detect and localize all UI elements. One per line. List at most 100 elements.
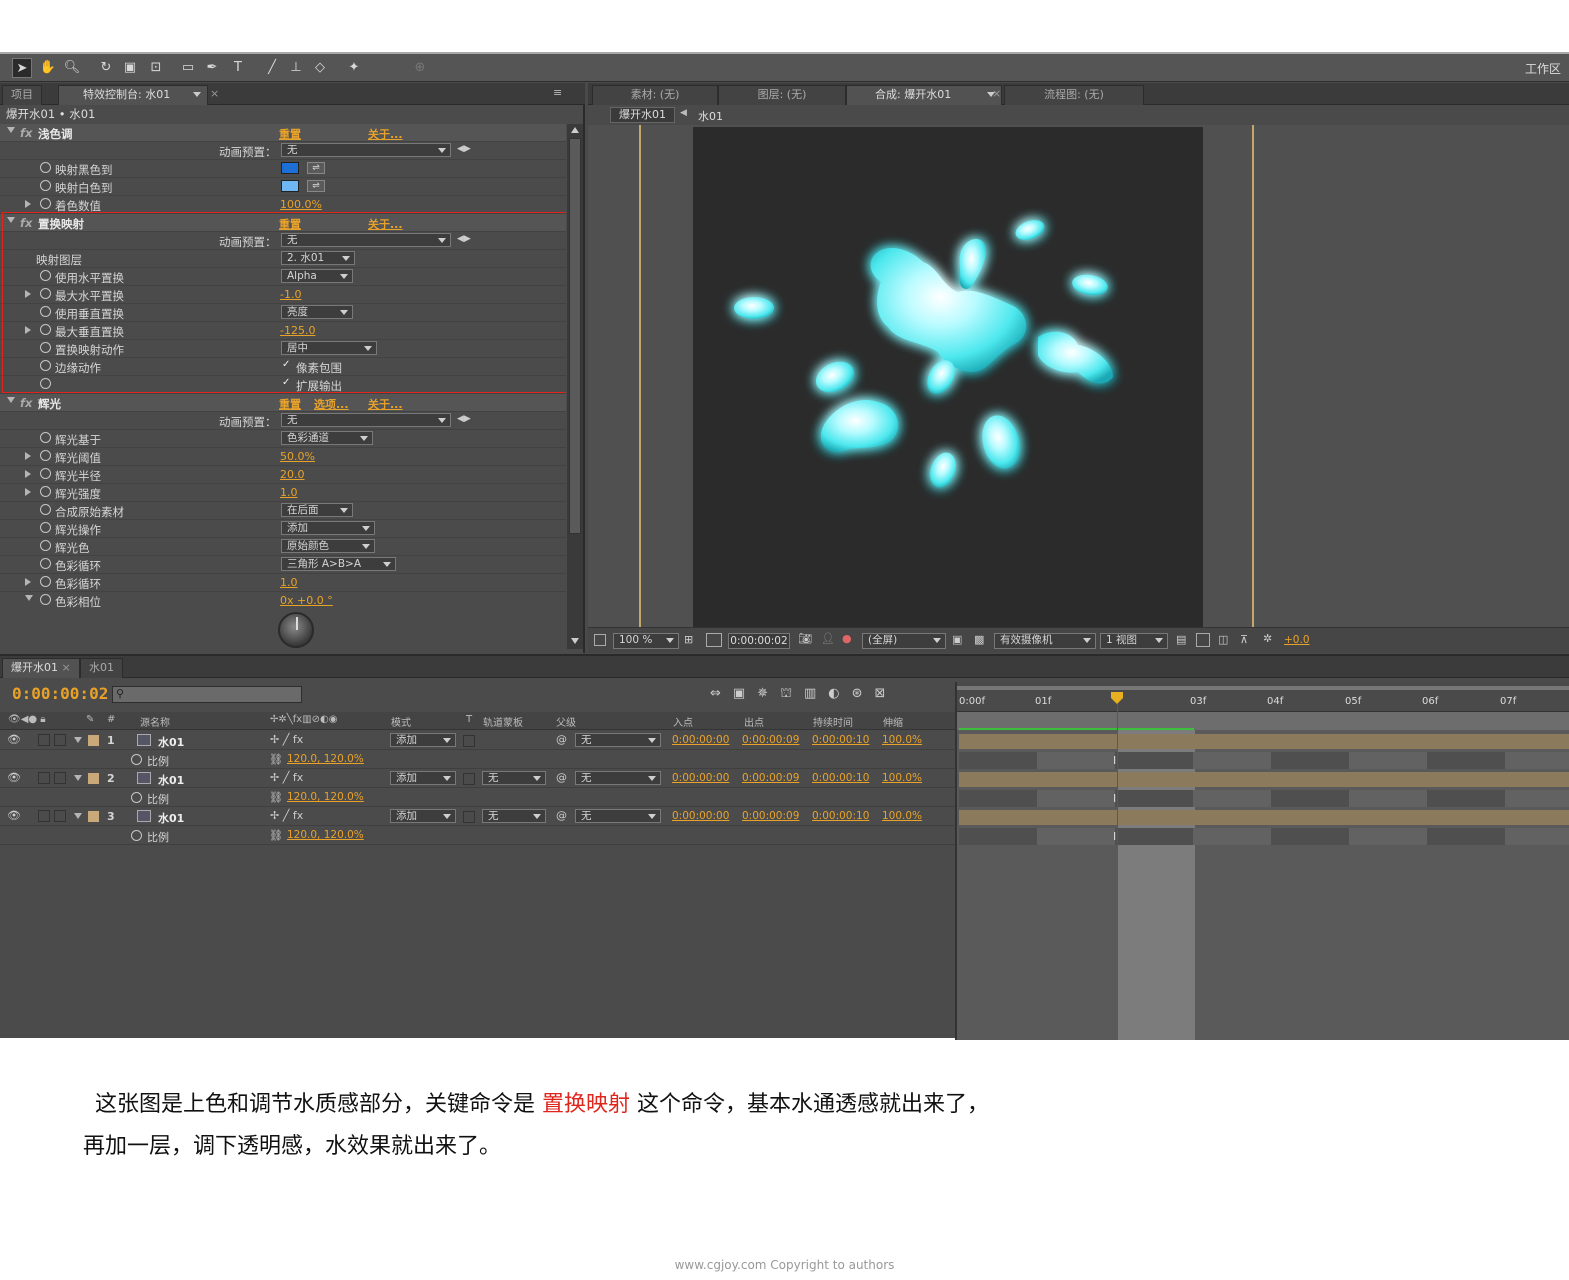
layer-switches-icon[interactable]: ✢ ╱ fx xyxy=(270,771,303,784)
eye-icon[interactable]: 👁︎ xyxy=(7,733,21,746)
stretch-value[interactable]: 100.0% xyxy=(882,810,922,822)
track-matte-dropdown[interactable]: 无 xyxy=(482,809,546,823)
close-icon[interactable]: × xyxy=(62,661,71,674)
pickwhip-icon[interactable]: @ xyxy=(556,771,567,784)
brush-tool-icon[interactable]: ╱ xyxy=(262,58,282,78)
stopwatch-icon[interactable] xyxy=(40,558,51,569)
layer-name[interactable]: 水01 xyxy=(158,810,184,826)
property-value[interactable]: 20.0 xyxy=(280,468,305,481)
solo-toggle[interactable] xyxy=(38,734,50,746)
in-header[interactable]: 入点 xyxy=(673,714,693,729)
stopwatch-icon[interactable] xyxy=(131,754,142,765)
preserve-transparency-toggle[interactable] xyxy=(463,773,475,785)
fast-previews-icon[interactable] xyxy=(1196,633,1210,647)
eyedropper-icon[interactable]: ⇌ xyxy=(307,180,325,192)
track-matte-dropdown[interactable]: 无 xyxy=(482,771,546,785)
keyframe-marker-icon[interactable]: I xyxy=(1113,830,1116,843)
property-value[interactable]: 100.0% xyxy=(280,198,322,211)
stopwatch-icon[interactable] xyxy=(40,576,51,587)
duration-header[interactable]: 持续时间 xyxy=(813,714,853,729)
effect-header-tint[interactable]: fx 浅色调 重置 关于... xyxy=(0,124,566,142)
constrain-proportions-icon[interactable]: ⛓︎ xyxy=(269,791,283,804)
stopwatch-icon[interactable] xyxy=(131,830,142,841)
parent-header[interactable]: 父级 xyxy=(556,714,576,729)
expand-triangle-icon[interactable] xyxy=(74,775,82,781)
layer-switches-icon[interactable]: ✢ ╱ fx xyxy=(270,733,303,746)
glow-based-on-dropdown[interactable]: 色彩通道 xyxy=(281,431,373,445)
about-link[interactable]: 关于... xyxy=(368,126,403,142)
glow-colors-dropdown[interactable]: 原始颜色 xyxy=(281,539,375,553)
expand-triangle-icon[interactable] xyxy=(7,397,15,403)
color-swatch-black[interactable] xyxy=(281,162,299,174)
stopwatch-icon[interactable] xyxy=(40,432,51,443)
snapshot-icon[interactable]: 📷︎ xyxy=(798,632,812,645)
eyedropper-icon[interactable]: ⇌ xyxy=(307,162,325,174)
comp-viewport[interactable] xyxy=(588,125,1569,627)
solo-toggle[interactable] xyxy=(38,772,50,784)
safe-zones-icon[interactable]: ⊞ xyxy=(684,633,693,646)
preset-nav-arrows-icon[interactable]: ◀▶ xyxy=(457,144,471,154)
stopwatch-icon[interactable] xyxy=(40,198,51,209)
stopwatch-icon[interactable] xyxy=(40,468,51,479)
out-point-value[interactable]: 0:00:00:09 xyxy=(742,772,799,784)
current-time-indicator[interactable] xyxy=(1117,694,1118,1040)
expand-triangle-icon[interactable] xyxy=(25,470,31,478)
pickwhip-icon[interactable]: @ xyxy=(556,733,567,746)
zoom-dropdown[interactable]: 100 % xyxy=(613,633,679,649)
duration-value[interactable]: 0:00:00:10 xyxy=(812,810,869,822)
layer-bar[interactable] xyxy=(959,810,1569,825)
tab-layer[interactable]: 图层: (无) xyxy=(718,85,846,105)
timeline-icon[interactable]: ◫ xyxy=(1218,633,1228,646)
duration-value[interactable]: 0:00:00:10 xyxy=(812,772,869,784)
pen-tool-icon[interactable]: ✒ xyxy=(202,58,222,78)
time-ruler[interactable]: 0:00f 01f 03f 04f 05f 06f 07f xyxy=(957,682,1569,712)
puppet-pin-tool-icon[interactable]: ✦ xyxy=(344,58,364,78)
in-point-value[interactable]: 0:00:00:00 xyxy=(672,734,729,746)
lock-toggle[interactable] xyxy=(54,810,66,822)
stopwatch-icon[interactable] xyxy=(40,522,51,533)
stopwatch-icon[interactable] xyxy=(40,180,51,191)
stopwatch-icon[interactable] xyxy=(40,486,51,497)
parent-dropdown[interactable]: 无 xyxy=(575,809,661,823)
stretch-header[interactable]: 伸缩 xyxy=(883,714,903,729)
chevron-down-icon[interactable] xyxy=(193,92,201,97)
current-time-display[interactable]: 0:00:00:02 xyxy=(12,684,108,703)
expand-triangle-icon[interactable] xyxy=(74,813,82,819)
composite-dropdown[interactable]: 在后面 xyxy=(281,503,353,517)
out-point-value[interactable]: 0:00:00:09 xyxy=(742,734,799,746)
layer-bar[interactable] xyxy=(959,772,1569,787)
preset-dropdown[interactable]: 无 xyxy=(281,143,451,157)
property-value[interactable]: 0x +0.0 ° xyxy=(280,594,333,607)
color-swatch-white[interactable] xyxy=(281,180,299,192)
flowchart-icon[interactable]: ⊼ xyxy=(1240,633,1248,646)
keyframe-marker-icon[interactable]: I xyxy=(1113,792,1116,805)
stopwatch-icon[interactable] xyxy=(40,450,51,461)
eraser-tool-icon[interactable]: ◇ xyxy=(310,58,330,78)
eye-icon[interactable]: 👁︎ xyxy=(7,771,21,784)
duration-value[interactable]: 0:00:00:10 xyxy=(812,734,869,746)
property-value[interactable]: 1.0 xyxy=(280,576,298,589)
hand-tool-icon[interactable]: ✋ xyxy=(38,58,58,78)
tab-project[interactable]: 项目 xyxy=(2,85,42,105)
work-area-bar[interactable] xyxy=(957,686,1569,690)
out-point-value[interactable]: 0:00:00:09 xyxy=(742,810,799,822)
transparency-grid-icon[interactable]: ▩ xyxy=(974,633,984,646)
pickwhip-icon[interactable]: @ xyxy=(556,809,567,822)
out-header[interactable]: 出点 xyxy=(744,714,764,729)
effect-header-glow[interactable]: fx 辉光 重置 选项... 关于... xyxy=(0,394,566,412)
layer-name[interactable]: 水01 xyxy=(158,734,184,750)
show-snapshot-icon[interactable]: 👤︎ xyxy=(821,632,835,645)
pan-behind-tool-icon[interactable]: ⊡ xyxy=(146,58,166,78)
lock-toggle[interactable] xyxy=(54,772,66,784)
layer-row[interactable]: 👁︎ 1 水01 ✢ ╱ fx 添加 @ 无 0:00:00:00 0:00:0… xyxy=(0,731,955,750)
viewer-time-field[interactable]: 0:00:00:02 xyxy=(728,633,790,649)
stopwatch-icon[interactable] xyxy=(40,594,51,605)
mode-header[interactable]: 模式 xyxy=(391,714,411,729)
toggle-pixel-aspect-icon[interactable]: ▤ xyxy=(1176,633,1186,646)
blend-mode-dropdown[interactable]: 添加 xyxy=(390,809,456,823)
mask-visibility-icon[interactable] xyxy=(706,633,722,647)
clone-stamp-tool-icon[interactable]: ⊥ xyxy=(286,58,306,78)
exposure-icon[interactable]: ✲ xyxy=(1263,632,1272,645)
preset-dropdown[interactable]: 无 xyxy=(281,413,451,427)
camera-dropdown[interactable]: 有效摄像机 xyxy=(994,633,1096,649)
